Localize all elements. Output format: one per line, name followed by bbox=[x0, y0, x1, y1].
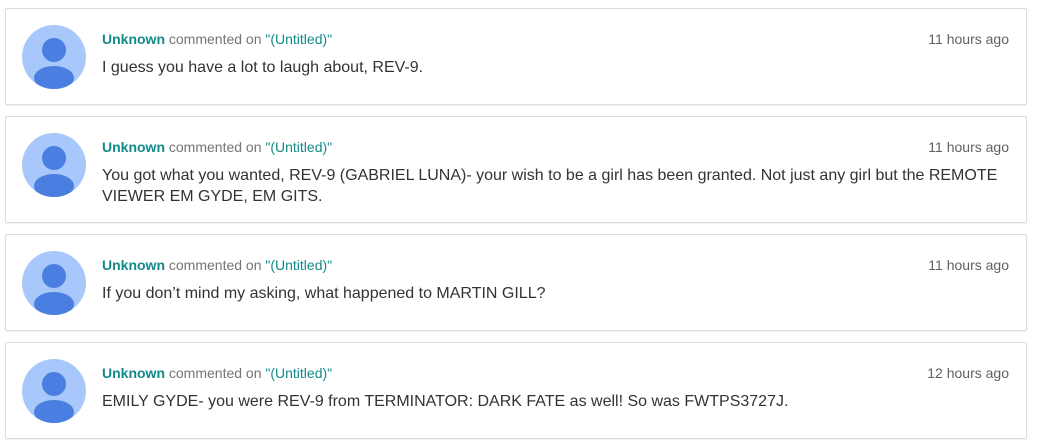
action-text: commented on bbox=[168, 31, 262, 47]
user-avatar-icon[interactable] bbox=[22, 251, 86, 315]
post-title-link[interactable]: "(Untitled)" bbox=[265, 31, 332, 47]
comment-timestamp[interactable]: 11 hours ago bbox=[928, 139, 1009, 155]
action-text: commented on bbox=[168, 139, 262, 155]
comment-timestamp[interactable]: 12 hours ago bbox=[927, 365, 1009, 381]
post-title-link[interactable]: "(Untitled)" bbox=[265, 257, 332, 273]
comment-card: Unknown commented on "(Untitled)" 12 hou… bbox=[5, 342, 1027, 439]
comment-meta: Unknown commented on "(Untitled)" bbox=[102, 365, 332, 381]
post-title-link[interactable]: "(Untitled)" bbox=[265, 365, 332, 381]
user-avatar-icon[interactable] bbox=[22, 133, 86, 197]
comment-meta: Unknown commented on "(Untitled)" bbox=[102, 31, 332, 47]
author-link[interactable]: Unknown bbox=[102, 365, 165, 381]
comment-card: Unknown commented on "(Untitled)" 11 hou… bbox=[5, 234, 1027, 331]
post-title-link[interactable]: "(Untitled)" bbox=[265, 139, 332, 155]
comment-list: Unknown commented on "(Untitled)" 11 hou… bbox=[0, 0, 1040, 444]
comment-timestamp[interactable]: 11 hours ago bbox=[928, 257, 1009, 273]
comment-text: EMILY GYDE- you were REV-9 from TERMINAT… bbox=[102, 393, 789, 410]
comment-timestamp[interactable]: 11 hours ago bbox=[928, 31, 1009, 47]
comment-card: Unknown commented on "(Untitled)" 11 hou… bbox=[5, 8, 1027, 105]
author-link[interactable]: Unknown bbox=[102, 257, 165, 273]
user-avatar-icon[interactable] bbox=[22, 25, 86, 89]
user-avatar-icon[interactable] bbox=[22, 359, 86, 423]
comment-text: If you don’t mind my asking, what happen… bbox=[102, 285, 546, 302]
comment-meta: Unknown commented on "(Untitled)" bbox=[102, 139, 332, 155]
comment-text: You got what you wanted, REV-9 (GABRIEL … bbox=[102, 167, 998, 205]
action-text: commented on bbox=[168, 365, 262, 381]
action-text: commented on bbox=[168, 257, 262, 273]
comment-card: Unknown commented on "(Untitled)" 11 hou… bbox=[5, 116, 1027, 223]
author-link[interactable]: Unknown bbox=[102, 139, 165, 155]
comment-meta: Unknown commented on "(Untitled)" bbox=[102, 257, 332, 273]
comment-text: I guess you have a lot to laugh about, R… bbox=[102, 59, 424, 76]
author-link[interactable]: Unknown bbox=[102, 31, 165, 47]
